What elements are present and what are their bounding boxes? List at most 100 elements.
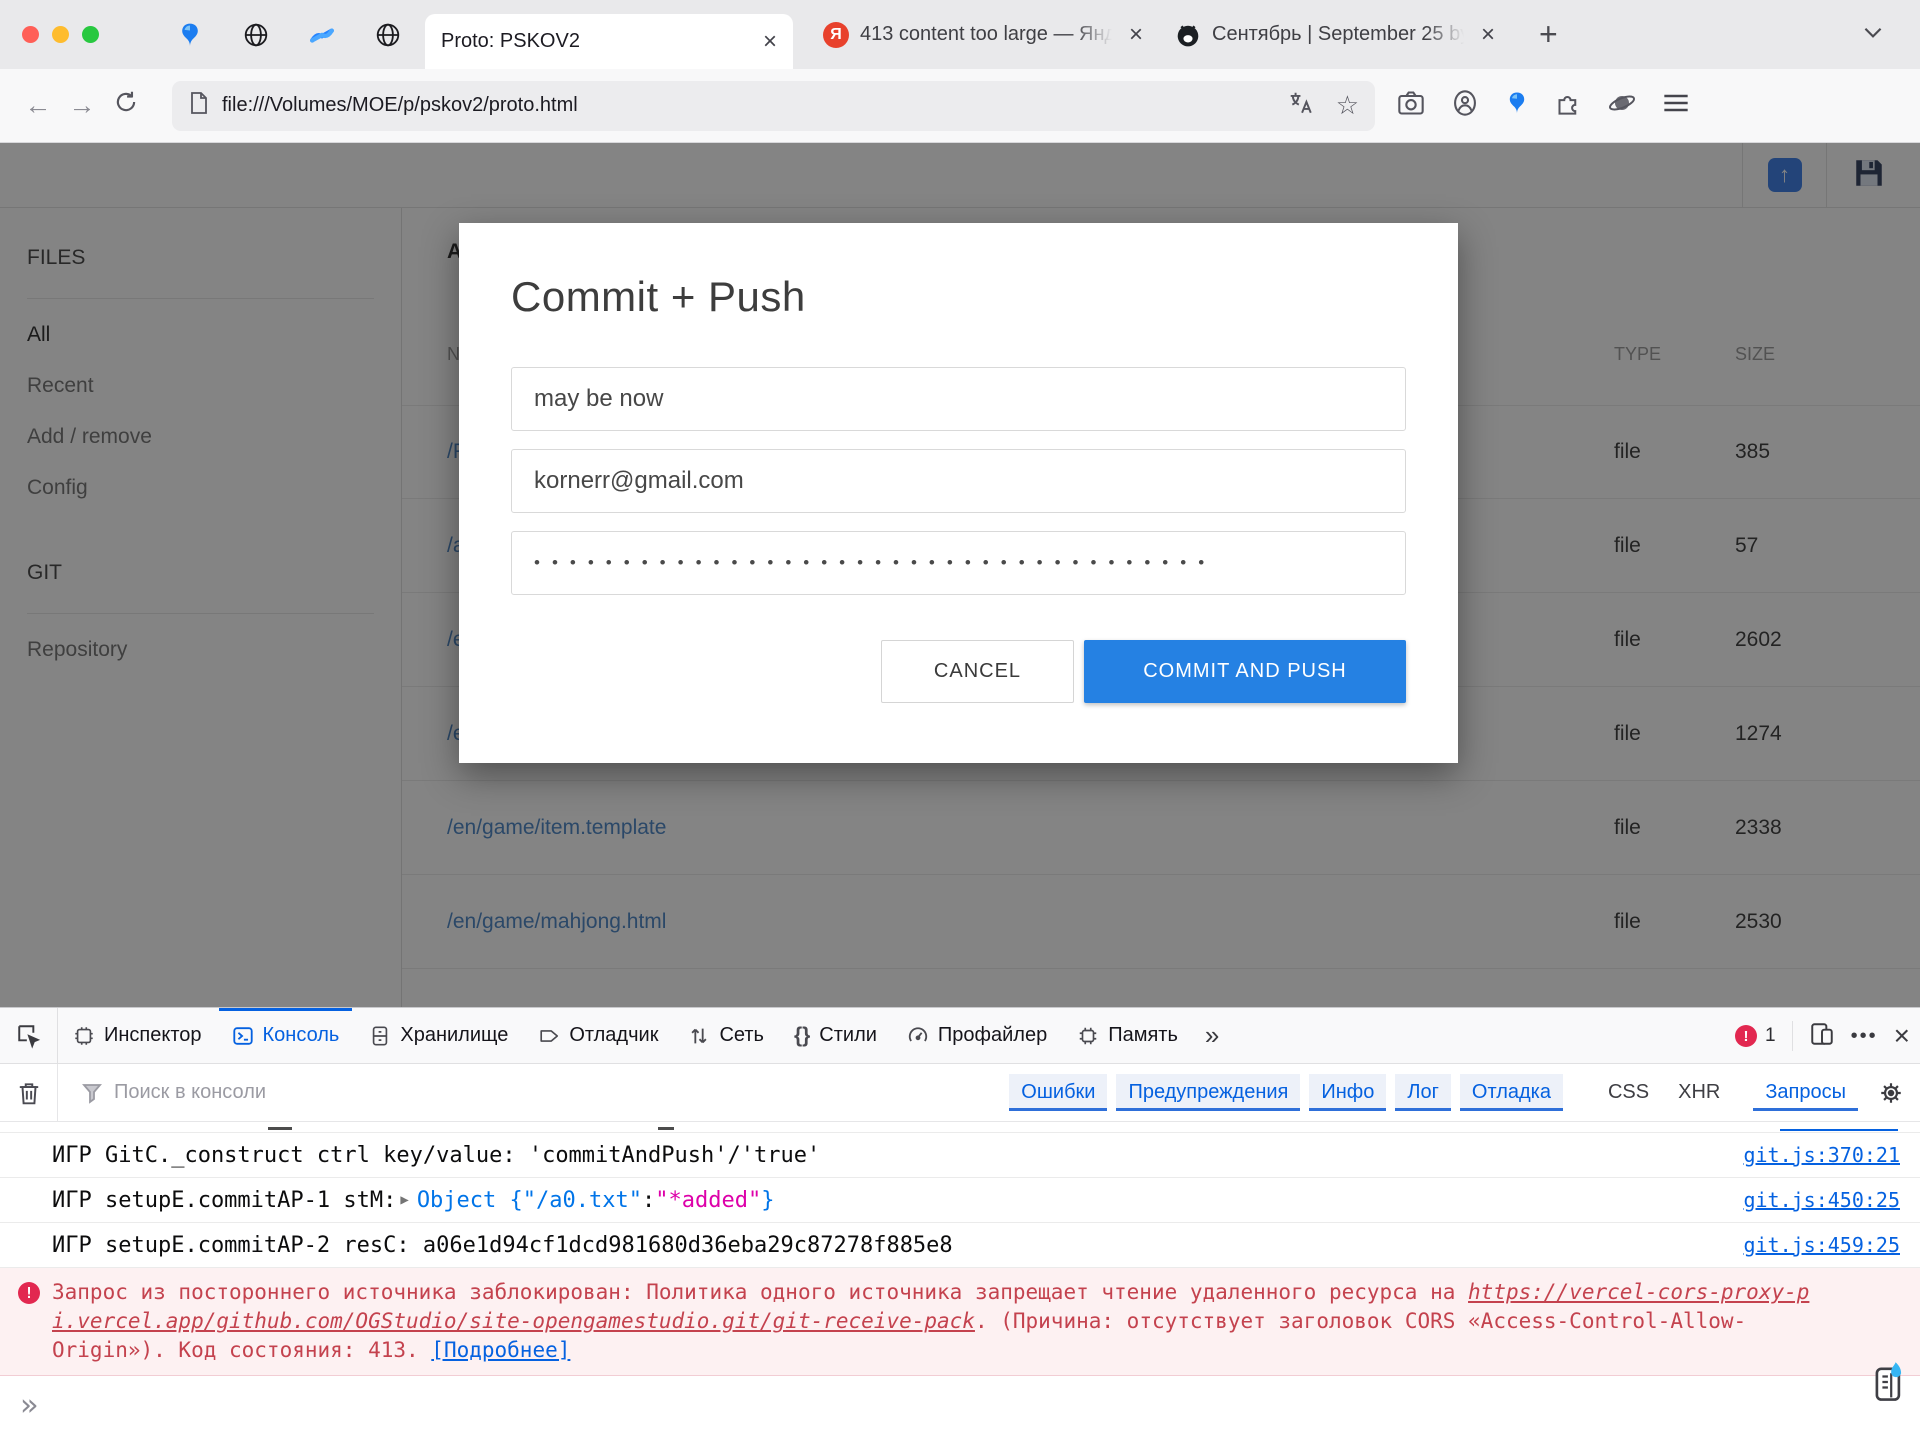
clear-console-button[interactable] [0, 1064, 58, 1121]
close-devtools-icon[interactable]: × [1894, 1020, 1910, 1052]
console-prompt-chevrons: » [20, 1388, 38, 1423]
web-page: ↑ FILES All Recent Add / remove Config G… [0, 143, 1920, 1007]
filter-xhr[interactable]: XHR [1668, 1074, 1730, 1111]
close-tab-icon[interactable]: × [1481, 23, 1495, 47]
filter-css[interactable]: CSS [1598, 1074, 1659, 1111]
commit-and-push-button[interactable]: COMMIT AND PUSH [1084, 640, 1406, 703]
window-controls [22, 26, 99, 43]
pinned-tabs [175, 20, 403, 50]
console-log-row: ИГР setupE.commitAP-1 stM: ▶ Object { "/… [0, 1178, 1920, 1223]
close-window-button[interactable] [22, 26, 39, 43]
divider [1792, 1021, 1793, 1051]
tab-label: Инспектор [104, 1024, 202, 1047]
globe-icon[interactable] [373, 20, 403, 50]
screenshot-camera-icon[interactable] [1397, 90, 1425, 121]
account-icon[interactable] [1451, 89, 1479, 122]
address-bar[interactable]: file:///Volumes/MOE/p/pskov2/proto.html … [172, 81, 1375, 131]
planet-icon[interactable] [1608, 89, 1636, 122]
cancel-button[interactable]: CANCEL [881, 640, 1074, 703]
close-tab-icon[interactable]: × [763, 30, 777, 54]
tab-styles[interactable]: {} Стили [779, 1008, 892, 1063]
back-button[interactable]: ← [16, 90, 60, 121]
error-icon: ! [18, 1282, 40, 1304]
filter-requests[interactable]: Запросы [1753, 1074, 1858, 1111]
minimize-window-button[interactable] [52, 26, 69, 43]
url-text: file:///Volumes/MOE/p/pskov2/proto.html [222, 94, 1288, 117]
gauge-icon [907, 1025, 929, 1047]
console-settings-gear-icon[interactable] [1878, 1080, 1904, 1106]
tab-github-september[interactable]: Сентябрь | September 25 by ko × [1159, 7, 1511, 62]
close-tab-icon[interactable]: × [1129, 23, 1143, 47]
filter-warnings[interactable]: Предупреждения [1116, 1074, 1300, 1111]
tab-inspector[interactable]: Инспектор [58, 1008, 217, 1063]
tab-storage[interactable]: Хранилище [354, 1008, 523, 1063]
filter-debug[interactable]: Отладка [1460, 1074, 1563, 1111]
learn-more-link[interactable]: [Подробнее] [431, 1338, 570, 1362]
tab-debugger[interactable]: Отладчик [523, 1008, 673, 1063]
translate-icon[interactable] [1288, 90, 1314, 121]
forward-button[interactable]: → [60, 90, 104, 121]
browser-window: Proto: PSKOV2 × Я 413 content too large … [0, 0, 1920, 1446]
devtools-menu-icon[interactable]: ••• [1851, 1025, 1878, 1048]
confluence-icon[interactable] [307, 20, 337, 50]
dialog-title: Commit + Push [511, 273, 1406, 321]
filter-log[interactable]: Лог [1395, 1074, 1451, 1111]
menu-hamburger-icon[interactable] [1662, 91, 1690, 120]
error-text: Origin»). Код состояния: 413. [52, 1338, 431, 1362]
password-input[interactable]: •••••••••••••••••••••••••••••••••••••• [511, 531, 1406, 595]
tab-proto-pskov2[interactable]: Proto: PSKOV2 × [425, 14, 793, 69]
object-token[interactable]: Object { [417, 1188, 523, 1213]
console-log-row: ИГР GitC._construct ctrl key/value: 'com… [0, 1133, 1920, 1178]
console-log-row: ИГР setupE.commitAP-2 resC: a06e1d94cf1d… [0, 1223, 1920, 1268]
maximize-window-button[interactable] [82, 26, 99, 43]
pick-element-button[interactable] [0, 1008, 58, 1063]
tab-profiler[interactable]: Профайлер [892, 1008, 1062, 1063]
blocked-url[interactable]: https://vercel-cors-proxy-p [1468, 1280, 1809, 1304]
tab-label: Стили [819, 1024, 877, 1047]
tab-label: Сеть [719, 1024, 763, 1047]
filter-funnel-icon [82, 1082, 102, 1104]
commit-message-input[interactable]: may be now [511, 367, 1406, 431]
email-input[interactable]: kornerr@gmail.com [511, 449, 1406, 513]
log-text: : [642, 1188, 655, 1213]
log-text: ИГР setupE.commitAP-1 stM: [52, 1188, 396, 1213]
error-badge-icon[interactable]: ! [1735, 1025, 1757, 1047]
tab-title: 413 content too large — Яндекс [860, 23, 1112, 46]
tab-label: Хранилище [400, 1024, 508, 1047]
split-console-icon[interactable] [1872, 1360, 1906, 1409]
log-text: ИГР setupE.commitAP-2 resC: a06e1d94cf1d… [52, 1233, 953, 1258]
commit-push-dialog: Commit + Push may be now kornerr@gmail.c… [459, 223, 1458, 763]
error-text: . (Причина: отсутствует заголовок CORS «… [975, 1309, 1746, 1333]
chip-icon [1077, 1025, 1099, 1047]
tab-yandex-413[interactable]: Я 413 content too large — Яндекс × [807, 7, 1159, 62]
object-token: } [761, 1188, 774, 1213]
filter-info[interactable]: Инфо [1309, 1074, 1386, 1111]
tab-console[interactable]: Консоль [217, 1008, 355, 1063]
bookmark-star-icon[interactable]: ☆ [1336, 90, 1359, 121]
console-input-row[interactable]: » [0, 1376, 1920, 1446]
more-tabs-chevrons[interactable]: » [1193, 1008, 1231, 1063]
console-search-input[interactable]: Поиск в консоли [82, 1081, 1009, 1104]
new-tab-button[interactable]: + [1539, 16, 1558, 53]
yandex-pin-icon[interactable] [1505, 89, 1529, 122]
blocked-url[interactable]: i.vercel.app/github.com/OGStudio/site-op… [52, 1309, 975, 1333]
tab-memory[interactable]: Память [1062, 1008, 1193, 1063]
reload-button[interactable] [104, 89, 148, 122]
yandex-pin-icon[interactable] [175, 20, 205, 50]
source-link[interactable]: git.js:370:21 [1743, 1143, 1900, 1167]
filter-pills: Ошибки Предупреждения Инфо Лог Отладка C… [1009, 1074, 1858, 1111]
source-link[interactable]: git.js:459:25 [1743, 1233, 1900, 1257]
tab-network[interactable]: Сеть [673, 1008, 778, 1063]
extensions-puzzle-icon[interactable] [1555, 90, 1582, 122]
object-key: "/a0.txt" [523, 1188, 642, 1213]
filter-errors[interactable]: Ошибки [1009, 1074, 1107, 1111]
expand-arrow-icon[interactable]: ▶ [400, 1192, 408, 1208]
responsive-mode-icon[interactable] [1809, 1021, 1835, 1052]
browser-tab-bar: Proto: PSKOV2 × Я 413 content too large … [0, 0, 1920, 69]
page-doc-icon [188, 91, 210, 120]
globe-icon[interactable] [241, 20, 271, 50]
source-link[interactable]: git.js:450:25 [1743, 1188, 1900, 1212]
tab-list-chevron-icon[interactable] [1860, 19, 1886, 50]
debugger-icon [538, 1025, 560, 1047]
console-icon [232, 1025, 254, 1047]
